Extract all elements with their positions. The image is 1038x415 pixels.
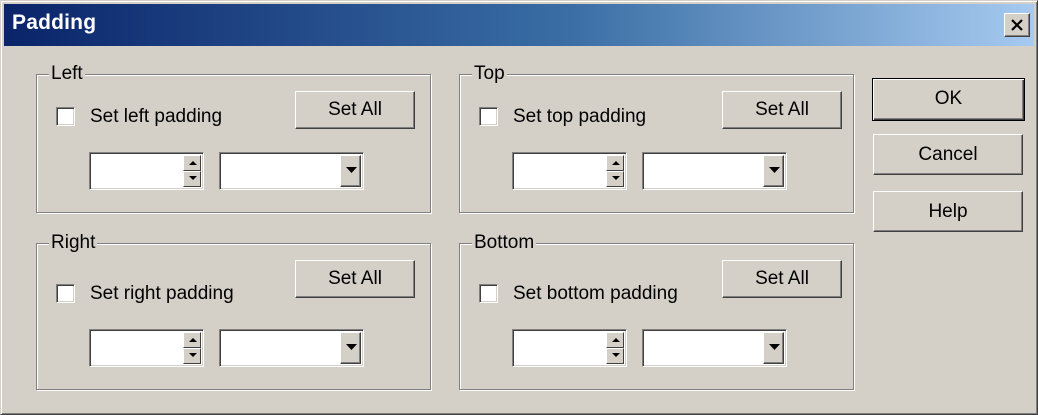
ok-button[interactable]: OK: [872, 78, 1025, 121]
help-button-label: Help: [928, 201, 968, 222]
set-right-padding-checkbox[interactable]: [56, 284, 75, 303]
left-dropdown-button[interactable]: [340, 155, 361, 187]
right-set-all-button[interactable]: Set All: [295, 260, 415, 298]
chevron-down-icon: [346, 344, 357, 350]
arrow-up-icon: [189, 338, 197, 342]
top-padding-spinner[interactable]: [512, 152, 627, 190]
cancel-button[interactable]: Cancel: [873, 134, 1023, 175]
right-set-all-label: Set All: [328, 268, 382, 289]
cancel-button-label: Cancel: [918, 144, 978, 165]
set-top-padding-label[interactable]: Set top padding: [513, 106, 646, 128]
arrow-down-icon: [612, 176, 620, 180]
top-spin-up-button[interactable]: [606, 155, 624, 171]
set-top-padding-checkbox[interactable]: [479, 107, 498, 126]
set-bottom-padding-label[interactable]: Set bottom padding: [513, 283, 678, 305]
arrow-down-icon: [189, 176, 197, 180]
bottom-set-all-button[interactable]: Set All: [722, 260, 842, 298]
bottom-padding-spinner[interactable]: [512, 329, 627, 367]
top-padding-group: Top Set top padding Set All: [459, 63, 854, 213]
set-bottom-padding-checkbox[interactable]: [479, 284, 498, 303]
left-set-all-label: Set All: [328, 99, 382, 120]
bottom-unit-dropdown[interactable]: [642, 329, 787, 367]
arrow-down-icon: [612, 353, 620, 357]
arrow-up-icon: [612, 161, 620, 165]
bottom-spin-down-button[interactable]: [606, 348, 624, 364]
right-dropdown-button[interactable]: [340, 332, 361, 364]
bottom-dropdown-button[interactable]: [763, 332, 784, 364]
top-set-all-button[interactable]: Set All: [722, 91, 842, 129]
bottom-group-label: Bottom: [472, 232, 537, 254]
top-set-all-label: Set All: [755, 99, 809, 120]
help-button[interactable]: Help: [873, 191, 1023, 232]
chevron-down-icon: [346, 167, 357, 173]
left-group-label: Left: [49, 63, 85, 85]
left-spin-down-button[interactable]: [183, 171, 201, 187]
set-left-padding-checkbox[interactable]: [56, 107, 75, 126]
title-bar[interactable]: Padding: [4, 4, 1034, 46]
right-padding-group: Right Set right padding Set All: [36, 232, 431, 390]
right-spin-down-button[interactable]: [183, 348, 201, 364]
close-icon: [1011, 19, 1023, 31]
top-unit-dropdown[interactable]: [642, 152, 787, 190]
left-padding-group: Left Set left padding Set All: [36, 63, 431, 213]
left-spin-up-button[interactable]: [183, 155, 201, 171]
left-padding-spinner[interactable]: [89, 152, 204, 190]
left-set-all-button[interactable]: Set All: [295, 91, 415, 129]
padding-dialog: Padding Left Set left padding Set All To…: [0, 0, 1038, 415]
bottom-set-all-label: Set All: [755, 268, 809, 289]
chevron-down-icon: [769, 344, 780, 350]
close-button[interactable]: [1004, 13, 1030, 37]
window-title: Padding: [12, 11, 97, 34]
arrow-down-icon: [189, 353, 197, 357]
bottom-spin-up-button[interactable]: [606, 332, 624, 348]
right-group-label: Right: [49, 232, 98, 254]
chevron-down-icon: [769, 167, 780, 173]
set-right-padding-label[interactable]: Set right padding: [90, 283, 234, 305]
right-padding-spinner[interactable]: [89, 329, 204, 367]
left-unit-dropdown[interactable]: [219, 152, 364, 190]
top-group-label: Top: [472, 63, 507, 85]
right-spin-up-button[interactable]: [183, 332, 201, 348]
ok-button-label: OK: [934, 88, 963, 109]
top-spin-down-button[interactable]: [606, 171, 624, 187]
arrow-up-icon: [189, 161, 197, 165]
set-left-padding-label[interactable]: Set left padding: [90, 106, 222, 128]
bottom-padding-group: Bottom Set bottom padding Set All: [459, 232, 854, 390]
top-dropdown-button[interactable]: [763, 155, 784, 187]
arrow-up-icon: [612, 338, 620, 342]
right-unit-dropdown[interactable]: [219, 329, 364, 367]
